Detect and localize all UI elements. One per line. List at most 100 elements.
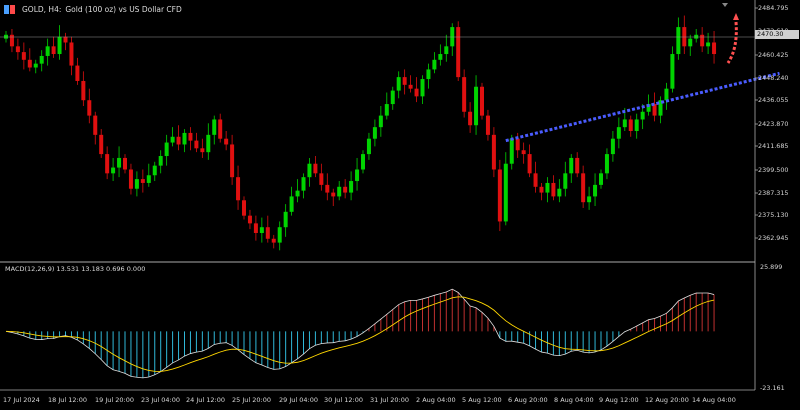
price-label: 2423.870	[758, 120, 789, 128]
candle-body	[521, 150, 526, 155]
candle-body	[182, 132, 187, 145]
candle-body	[212, 119, 217, 135]
candle-body	[283, 211, 288, 228]
chart-header: GOLD, H4: Gold (100 oz) vs US Dollar CFD	[0, 0, 182, 18]
candle-body	[587, 196, 592, 203]
candle-body	[218, 119, 223, 139]
candle-body	[307, 163, 312, 178]
price-label: 2436.055	[758, 96, 789, 104]
macd-indicator-label: MACD(12,26,9) 13.531 13.183 0.696 0.000	[5, 265, 146, 273]
candle-body	[420, 79, 425, 97]
candle-body	[539, 186, 544, 193]
candle-body	[45, 46, 50, 56]
candle-body	[27, 59, 32, 68]
time-label: 18 Jul 12:00	[48, 396, 87, 404]
time-label: 8 Aug 04:00	[554, 396, 594, 404]
candle-body	[408, 84, 413, 89]
candle-body	[15, 46, 20, 53]
candle-body	[75, 65, 80, 81]
candle-body	[462, 77, 467, 112]
candle-body	[99, 134, 104, 155]
candle-body	[81, 80, 86, 101]
candle-body	[515, 138, 520, 151]
candle-body	[253, 223, 258, 233]
candle-body	[128, 169, 133, 189]
candle-body	[676, 27, 681, 55]
candle-body	[188, 132, 193, 141]
candle-body	[69, 42, 74, 66]
candle-body	[426, 69, 431, 80]
time-label: 23 Jul 04:00	[141, 396, 180, 404]
candle-body	[378, 115, 383, 128]
candle-body	[390, 90, 395, 105]
candle-body	[140, 179, 145, 183]
candle-body	[634, 119, 639, 131]
candle-body	[39, 55, 44, 64]
candle-body	[581, 173, 586, 203]
time-label: 9 Aug 12:00	[599, 396, 639, 404]
candle-body	[277, 227, 282, 243]
candle-body	[503, 163, 508, 222]
candle-body	[438, 54, 443, 60]
candle-body	[355, 169, 360, 182]
candle-body	[456, 27, 461, 78]
candle-body	[372, 127, 377, 139]
time-label: 24 Jul 12:00	[186, 396, 225, 404]
candle-body	[610, 138, 615, 155]
candle-body	[384, 104, 389, 116]
candle-body	[170, 136, 175, 143]
candle-body	[432, 59, 437, 70]
candle-body	[497, 169, 502, 222]
price-chart[interactable]	[0, 0, 800, 410]
candle-body	[247, 215, 252, 224]
candle-body	[134, 179, 139, 189]
candle-body	[9, 34, 14, 47]
candle-body	[349, 181, 354, 193]
price-label: 2484.795	[758, 4, 789, 12]
candle-body	[164, 142, 169, 157]
candle-body	[236, 177, 241, 201]
candle-body	[533, 173, 538, 187]
candle-body	[111, 167, 116, 174]
candle-body	[491, 134, 496, 170]
candle-body	[706, 42, 711, 47]
price-label: 2399.500	[758, 166, 789, 174]
time-label: 2 Aug 04:00	[416, 396, 456, 404]
candle-body	[265, 227, 270, 239]
candle-body	[87, 100, 92, 116]
candle-body	[206, 134, 211, 153]
candle-body	[563, 173, 568, 189]
price-label: 2411.685	[758, 142, 789, 150]
chart-background	[0, 0, 800, 410]
time-label: 31 Jul 20:00	[370, 396, 409, 404]
candle-body	[569, 157, 574, 174]
candle-body	[343, 186, 348, 193]
candle-body	[301, 177, 306, 191]
candle-body	[200, 148, 205, 153]
candle-body	[21, 52, 26, 60]
candle-body	[146, 175, 151, 183]
candle-body	[271, 238, 276, 243]
time-label: 30 Jul 12:00	[324, 396, 363, 404]
time-label: 19 Jul 20:00	[95, 396, 134, 404]
chart-window-icon	[4, 4, 16, 14]
candle-body	[259, 227, 264, 233]
candle-body	[402, 77, 407, 85]
candle-body	[313, 163, 318, 174]
candle-body	[545, 182, 550, 193]
candle-body	[224, 138, 229, 145]
candle-body	[444, 46, 449, 55]
candle-body	[158, 156, 163, 166]
candle-body	[700, 34, 705, 47]
candle-body	[331, 192, 336, 197]
candle-body	[176, 136, 181, 145]
current-price-box: 2470.30	[755, 30, 799, 39]
price-label: 2448.240	[758, 74, 789, 82]
price-label: 2460.425	[758, 51, 789, 59]
candle-body	[242, 200, 246, 216]
time-label: 5 Aug 12:00	[462, 396, 502, 404]
candle-body	[628, 119, 633, 131]
candle-body	[670, 54, 675, 89]
candle-body	[396, 77, 401, 91]
price-label: 2362.945	[758, 234, 789, 242]
